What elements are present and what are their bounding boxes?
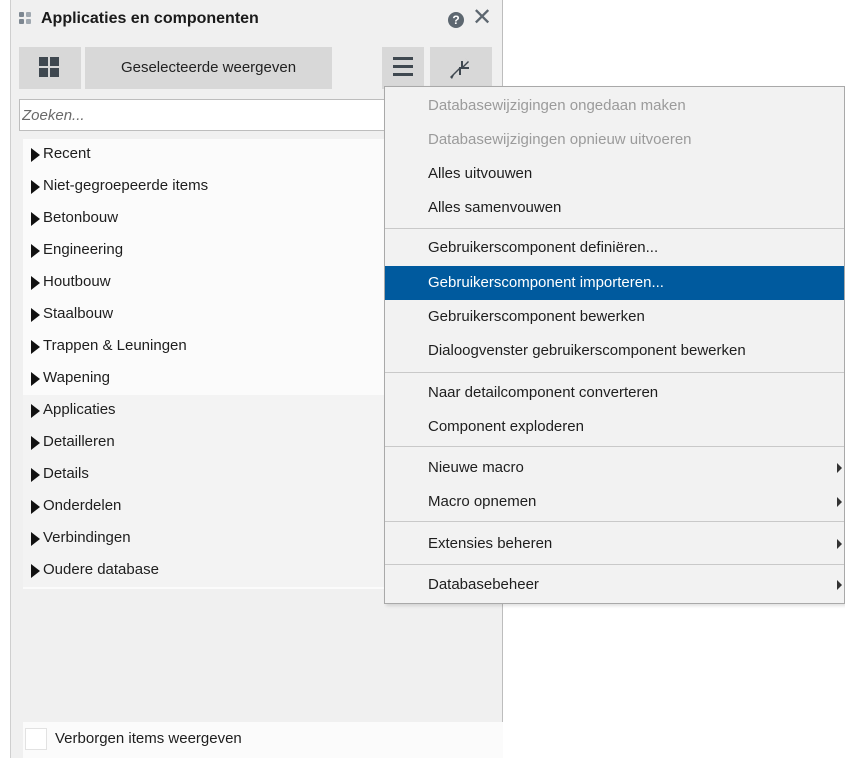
expand-arrow-icon[interactable] bbox=[31, 148, 40, 162]
menu-item-manage-extensions[interactable]: Extensies beheren bbox=[385, 527, 844, 561]
menu-item-expand-all[interactable]: Alles uitvouwen bbox=[385, 157, 844, 191]
menu-item-convert-to-detail[interactable]: Naar detailcomponent converteren bbox=[385, 376, 844, 410]
expand-arrow-icon[interactable] bbox=[31, 436, 40, 450]
show-hidden-label: Verborgen items weergeven bbox=[55, 730, 242, 747]
menu-separator bbox=[385, 228, 844, 229]
menu-item-import-custom-component[interactable]: Gebruikerscomponent importeren... bbox=[385, 266, 844, 300]
submenu-arrow-icon bbox=[837, 539, 842, 549]
menu-item-collapse-all[interactable]: Alles samenvouwen bbox=[385, 191, 844, 225]
collapse-view-button[interactable] bbox=[430, 47, 492, 89]
menu-item-edit-custom-component[interactable]: Gebruikerscomponent bewerken bbox=[385, 300, 844, 334]
context-menu: Databasewijzigingen ongedaan maken Datab… bbox=[384, 86, 845, 604]
shrink-arrows-icon bbox=[450, 58, 469, 79]
menu-item-redo-db-changes[interactable]: Databasewijzigingen opnieuw uitvoeren bbox=[385, 123, 844, 157]
thumbnail-view-button[interactable] bbox=[19, 47, 81, 89]
expand-arrow-icon[interactable] bbox=[31, 468, 40, 482]
help-icon[interactable]: ? bbox=[448, 12, 464, 28]
menu-item-edit-component-dialog[interactable]: Dialoogvenster gebruikerscomponent bewer… bbox=[385, 334, 844, 368]
components-icon bbox=[19, 12, 33, 28]
expand-arrow-icon[interactable] bbox=[31, 340, 40, 354]
expand-arrow-icon[interactable] bbox=[31, 532, 40, 546]
submenu-arrow-icon bbox=[837, 580, 842, 590]
menu-item-record-macro[interactable]: Macro opnemen bbox=[385, 485, 844, 519]
expand-arrow-icon[interactable] bbox=[31, 500, 40, 514]
menu-separator bbox=[385, 446, 844, 447]
menu-button[interactable] bbox=[382, 47, 424, 89]
expand-arrow-icon[interactable] bbox=[31, 372, 40, 386]
menu-item-undo-db-changes[interactable]: Databasewijzigingen ongedaan maken bbox=[385, 89, 844, 123]
menu-item-define-custom-component[interactable]: Gebruikerscomponent definiëren... bbox=[385, 231, 844, 265]
panel-titlebar: Applicaties en componenten ? ✕ bbox=[11, 0, 502, 40]
submenu-arrow-icon bbox=[837, 497, 842, 507]
expand-arrow-icon[interactable] bbox=[31, 276, 40, 290]
show-hidden-checkbox[interactable] bbox=[25, 728, 47, 750]
expand-arrow-icon[interactable] bbox=[31, 244, 40, 258]
panel-footer: Verborgen items weergeven bbox=[23, 722, 503, 758]
close-icon[interactable]: ✕ bbox=[472, 6, 492, 30]
expand-arrow-icon[interactable] bbox=[31, 212, 40, 226]
show-selected-button[interactable]: Geselecteerde weergeven bbox=[85, 47, 332, 89]
expand-arrow-icon[interactable] bbox=[31, 564, 40, 578]
expand-arrow-icon[interactable] bbox=[31, 308, 40, 322]
menu-item-database-management[interactable]: Databasebeheer bbox=[385, 568, 844, 602]
menu-item-explode-component[interactable]: Component exploderen bbox=[385, 410, 844, 444]
expand-arrow-icon[interactable] bbox=[31, 404, 40, 418]
panel-title: Applicaties en componenten bbox=[41, 10, 259, 27]
submenu-arrow-icon bbox=[837, 463, 842, 473]
menu-separator bbox=[385, 521, 844, 522]
menu-separator bbox=[385, 372, 844, 373]
expand-arrow-icon[interactable] bbox=[31, 180, 40, 194]
menu-item-new-macro[interactable]: Nieuwe macro bbox=[385, 451, 844, 485]
menu-separator bbox=[385, 564, 844, 565]
